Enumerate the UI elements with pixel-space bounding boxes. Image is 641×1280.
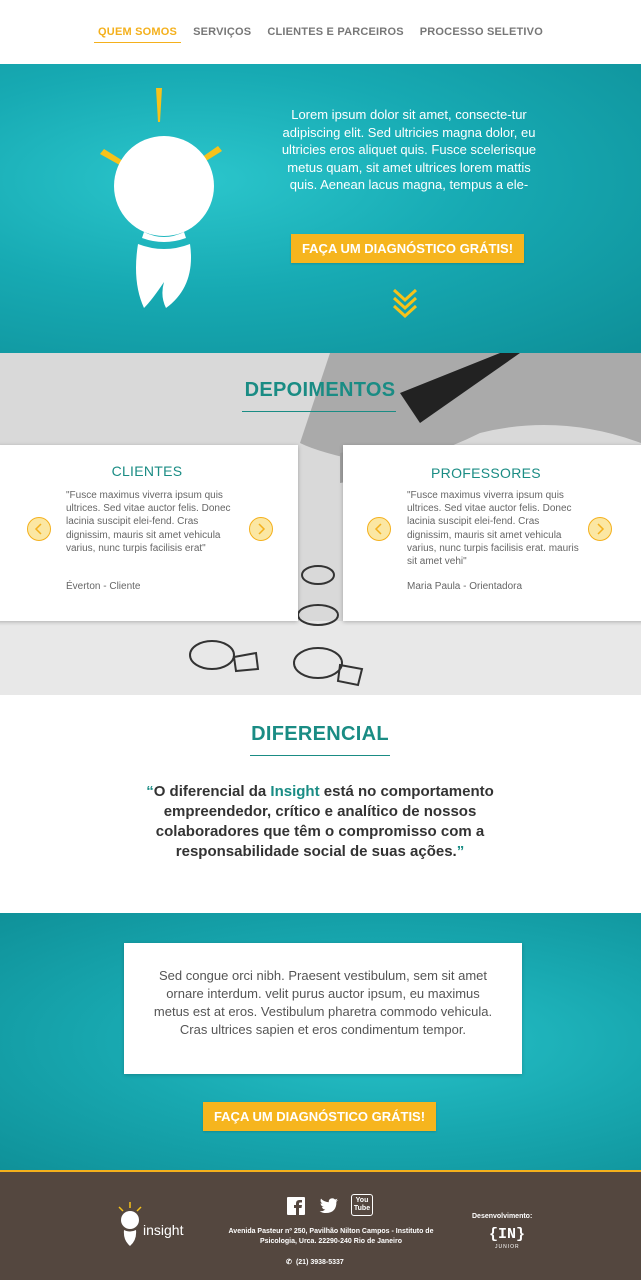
in-junior-sub: JUNIOR <box>495 1244 520 1250</box>
nav-item-clientes-parceiros[interactable]: CLIENTES E PARCEIROS <box>263 26 407 42</box>
twitter-icon[interactable] <box>319 1196 339 1216</box>
info-box: Sed congue orci nibh. Praesent vestibulu… <box>124 943 522 1074</box>
prev-arrow-button[interactable] <box>27 517 51 541</box>
testimonial-card-professores: PROFESSORES "Fusce maximus viverra ipsum… <box>343 445 641 621</box>
card-author: Éverton - Cliente <box>66 581 141 592</box>
youtube-icon[interactable]: You Tube <box>351 1194 373 1216</box>
top-nav: QUEM SOMOS SERVIÇOS CLIENTES E PARCEIROS… <box>0 0 641 64</box>
footer: insight You Tube Avenida Pasteur nº 250,… <box>0 1172 641 1280</box>
hero-text: Lorem ipsum dolor sit amet, consecte-tur… <box>281 107 537 193</box>
facebook-icon[interactable] <box>286 1196 306 1216</box>
card-title: CLIENTES <box>111 463 183 479</box>
next-arrow-button[interactable] <box>249 517 273 541</box>
brand-name: Insight <box>270 783 320 800</box>
open-quote-mark: “ <box>146 783 154 800</box>
phone-number: (21) 3938-5337 <box>295 1259 344 1266</box>
chevron-left-icon <box>374 523 382 535</box>
in-junior-logo[interactable]: {IN} <box>489 1226 525 1243</box>
testimonials-section: DEPOIMENTOS CLIENTES "Fusce maximus vive… <box>0 353 641 695</box>
next-arrow-button[interactable] <box>588 517 612 541</box>
title-underline <box>242 411 396 412</box>
diferencial-quote: “O diferencial da Insight está no compor… <box>130 782 510 862</box>
quote-text-start: O diferencial da <box>153 783 271 800</box>
chevron-right-icon <box>597 523 605 535</box>
footer-address: Avenida Pasteur nº 250, Pavilhão Nilton … <box>228 1228 434 1245</box>
nav-item-servicos[interactable]: SERVIÇOS <box>189 26 255 42</box>
diagnostic-cta-button[interactable]: FAÇA UM DIAGNÓSTICO GRÁTIS! <box>291 234 524 263</box>
card-quote: "Fusce maximus viverra ipsum quis ultric… <box>407 490 579 568</box>
lightbulb-rocket-icon <box>100 88 222 308</box>
card-author: Maria Paula - Orientadora <box>407 581 523 592</box>
title-underline <box>250 755 390 756</box>
info-text: Sed congue orci nibh. Praesent vestibulu… <box>153 968 493 1037</box>
close-quote-mark: ” <box>456 843 465 860</box>
card-title: PROFESSORES <box>431 465 541 481</box>
double-chevron-down-icon[interactable] <box>392 286 418 320</box>
footer-phone: ✆ (21) 3938-5337 <box>286 1258 344 1266</box>
logo-text: insight <box>143 1222 184 1238</box>
testimonials-title: DEPOIMENTOS <box>244 379 396 401</box>
prev-arrow-button[interactable] <box>367 517 391 541</box>
info-section: Sed congue orci nibh. Praesent vestibulu… <box>0 913 641 1170</box>
nav-item-quem-somos[interactable]: QUEM SOMOS <box>94 26 182 43</box>
diferencial-section: DIFERENCIAL “O diferencial da Insight es… <box>0 695 641 913</box>
testimonial-card-clientes: CLIENTES "Fusce maximus viverra ipsum qu… <box>0 445 298 621</box>
dev-label: Desenvolvimento: <box>472 1213 533 1220</box>
card-quote: "Fusce maximus viverra ipsum quis ultric… <box>66 490 231 554</box>
youtube-label: You Tube <box>351 1194 373 1216</box>
hero-section: Lorem ipsum dolor sit amet, consecte-tur… <box>0 64 641 353</box>
chevron-right-icon <box>258 523 266 535</box>
diagnostic-cta-button-bottom[interactable]: FAÇA UM DIAGNÓSTICO GRÁTIS! <box>203 1102 436 1131</box>
page: QUEM SOMOS SERVIÇOS CLIENTES E PARCEIROS… <box>0 0 641 1280</box>
diferencial-title: DIFERENCIAL <box>251 723 389 745</box>
phone-icon: ✆ <box>286 1259 292 1266</box>
chevron-left-icon <box>34 523 42 535</box>
nav-item-processo-seletivo[interactable]: PROCESSO SELETIVO <box>416 26 547 42</box>
